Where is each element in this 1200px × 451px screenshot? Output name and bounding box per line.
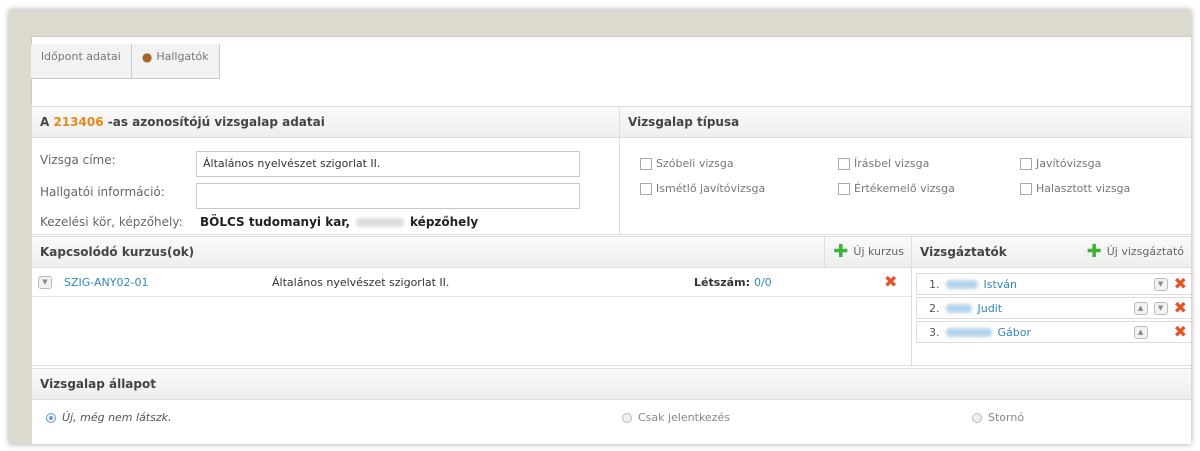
type-box: Vizsgalap típusa Szóbeli vizsga Írásbel … [619,106,1191,235]
tab-details-label: ldőpont adatai [41,50,121,63]
status-option-storno[interactable]: Stornó [972,411,1024,424]
exam-sheet-id: 213406 [53,115,104,129]
courses-title: Kapcsolódó kurzus(ok) ✚ Új kurzus [32,237,912,268]
status-option-new[interactable]: Új, még nem látszk. [46,411,172,424]
tab-students[interactable]: ● Hallgatók [131,44,220,79]
checkbox-retake[interactable]: Javítóvizsga [1020,157,1101,170]
courses-box: Kapcsolódó kurzus(ok) ✚ Új kurzus ▼ SZIG… [31,236,913,366]
checkbox-written[interactable]: Írásbel vizsga [838,157,929,170]
type-title: Vizsgalap típusa [620,107,1191,138]
tab-students-label: Hallgatók [156,50,209,63]
count-label: Létszám: [694,275,750,289]
checkbox-icon [640,182,652,195]
checkbox-postponed[interactable]: Halasztott vizsga [1020,182,1130,195]
checkbox-repeat-retake[interactable]: Ismétlő javítóvizsga [640,182,765,195]
scope-label: Kezelési kör, képzőhely: [40,215,183,229]
tab-bar: ldőpont adatai ● Hallgatók [31,44,220,79]
examiner-row: 1. István ▼ ✖ [916,273,1191,295]
status-box: Vizsgalap állapot Új, még nem látszk. Cs… [31,368,1191,444]
redacted-name [945,279,978,289]
move-down-icon[interactable]: ▼ [1153,301,1168,315]
checkbox-icon [838,157,850,170]
delete-course-icon[interactable]: ✖ [884,274,897,290]
delete-examiner-icon[interactable]: ✖ [1174,300,1187,316]
tab-details[interactable]: ldőpont adatai [31,44,132,79]
examiner-name[interactable]: Gábor [998,326,1134,339]
add-course-button[interactable]: ✚ Új kurzus [824,237,912,267]
redacted-name [945,327,992,337]
exam-title-label: Vizsga címe: [40,153,116,167]
course-name: Általános nyelvészet szigorlat II. [272,275,450,289]
details-box: A 213406 -as azonosítójú vizsgalap adata… [31,106,621,235]
users-icon: ● [141,50,153,64]
checkbox-icon [838,182,850,195]
examiners-box: Vizsgáztatók ✚ Új vizsgáztató 1. István … [911,236,1191,366]
plus-icon: ✚ [1086,241,1102,262]
move-up-icon[interactable]: ▲ [1133,325,1148,339]
exam-title-input[interactable]: Általános nyelvészet szigorlat II. [196,151,580,177]
examiners-title: Vizsgáztatók ✚ Új vizsgáztató [912,237,1191,268]
course-row: ▼ SZIG-ANY02-01 Általános nyelvészet szi… [32,268,912,297]
status-option-apply-only[interactable]: Csak jelentkezés [622,411,730,424]
chevron-down-icon[interactable]: ▼ [38,275,52,289]
checkbox-grade-improve[interactable]: Értékemelő vizsga [838,182,955,195]
course-code-link[interactable]: SZIG-ANY02-01 [64,276,272,289]
count-value[interactable]: 0/0 [754,276,884,289]
examiner-name[interactable]: István [984,278,1154,291]
radio-icon [622,412,632,423]
window-frame: ldőpont adatai ● Hallgatók A 213406 -as … [9,10,1191,444]
scope-value: BÖLCS tudomanyi kar, képzőhely [200,215,479,229]
checkbox-icon [1020,182,1032,195]
radio-icon [972,412,982,423]
checkbox-icon [1020,157,1032,170]
radio-selected-icon [46,412,56,423]
checkbox-oral[interactable]: Szóbeli vizsga [640,157,734,170]
redacted-text [356,218,405,227]
details-title: A 213406 -as azonosítójú vizsgalap adata… [32,107,620,138]
delete-examiner-icon[interactable]: ✖ [1174,324,1187,340]
status-title: Vizsgalap állapot [32,369,1191,400]
redacted-name [945,303,972,313]
student-info-input[interactable] [196,183,580,209]
plus-icon: ✚ [833,241,849,262]
add-examiner-button[interactable]: ✚ Új vizsgáztató [1079,237,1191,267]
examiner-name[interactable]: Judit [978,302,1134,315]
move-down-icon[interactable]: ▼ [1153,277,1168,291]
examiner-row: 2. Judit ▲ ▼ ✖ [916,297,1191,319]
student-info-label: Hallgatói információ: [40,185,165,199]
checkbox-icon [640,157,652,170]
delete-examiner-icon[interactable]: ✖ [1174,276,1187,292]
move-up-icon[interactable]: ▲ [1133,301,1148,315]
examiner-row: 3. Gábor ▲ ✖ [916,321,1191,343]
